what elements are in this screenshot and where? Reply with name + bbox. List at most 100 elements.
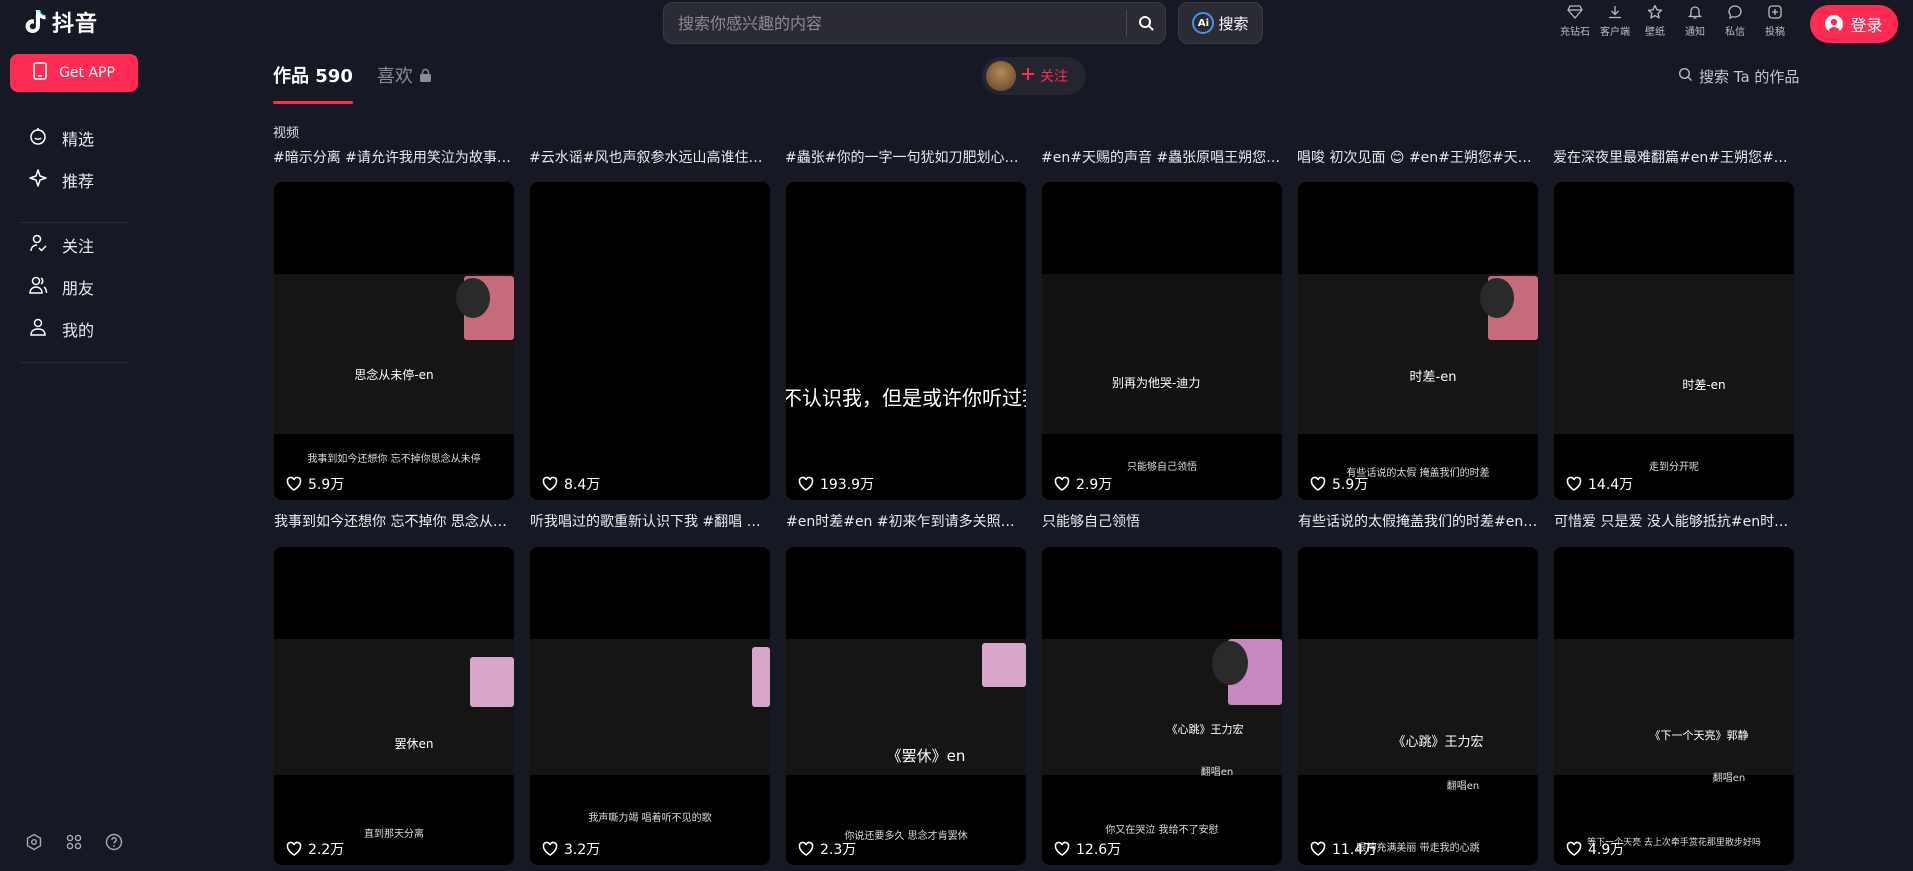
like-count: 14.4万 [1566, 474, 1633, 494]
tab-likes[interactable]: 喜欢 [377, 62, 432, 104]
heart-icon [286, 476, 302, 491]
douyin-logo-icon [24, 8, 48, 36]
video-card[interactable]: 《下一个天亮》郭静 翻唱en 等下一个天亮 去上次牵手赏花那里散步好吗 4.9万 [1554, 547, 1794, 865]
tab-works-label: 作品 [273, 66, 309, 87]
get-app-button[interactable]: Get APP [10, 54, 138, 92]
video-card[interactable]: 不认识我，但是或许你听过我 193.9万 [786, 182, 1026, 500]
friends-icon [28, 275, 48, 299]
upload-button[interactable]: 投稿 [1760, 4, 1790, 38]
sidebar-item-label: 精选 [62, 130, 95, 149]
video-thumbnail [1554, 639, 1794, 775]
ai-search-button[interactable]: Ai 搜索 [1178, 2, 1263, 44]
video-title[interactable]: 爱在深夜里最难翻篇#en#王朔您#… [1553, 147, 1793, 167]
video-card[interactable]: 《心跳》王力宏 翻唱en 眼神充满美丽 带走我的心跳 11.4万 [1298, 547, 1538, 865]
wallpaper-button[interactable]: 壁纸 [1640, 4, 1670, 38]
apps-icon[interactable] [64, 832, 84, 852]
recharge-diamond-button[interactable]: 充钻石 [1560, 4, 1590, 38]
video-card[interactable]: 罢休en 直到那天分离 2.2万 [274, 547, 514, 865]
video-card[interactable]: 8.4万 [530, 182, 770, 500]
heart-icon [542, 476, 558, 491]
login-button[interactable]: 登录 [1810, 5, 1898, 43]
video-card[interactable]: 我声嘶力竭 唱着听不见的歌 3.2万 [530, 547, 770, 865]
like-count: 2.2万 [286, 839, 344, 859]
video-title[interactable]: #云水谣#风也声叙参水远山高谁住… [529, 147, 769, 167]
notifications-button[interactable]: 通知 [1680, 4, 1710, 38]
video-title[interactable]: #蟲张#你的一字一句犹如刀肥划心… [785, 147, 1025, 167]
ai-icon: Ai [1192, 12, 1215, 34]
upload-icon [1768, 5, 1782, 19]
heart-icon [286, 841, 302, 856]
action-label: 充钻石 [1560, 27, 1590, 38]
tab-works-count: 590 [315, 66, 353, 87]
video-title[interactable]: 我事到如今还想你 忘不掉你 思念从… [274, 511, 514, 531]
video-card[interactable]: 别再为他哭-迪力 只能够自己领悟 2.9万 [1042, 182, 1282, 500]
follow-label: 关注 [1040, 69, 1068, 85]
action-label: 壁纸 [1645, 27, 1665, 38]
login-label: 登录 [1850, 16, 1883, 35]
video-caption-secondary: 翻唱en [1446, 781, 1480, 792]
sidebar-item-label: 我的 [62, 321, 95, 340]
sidebar-item-friends[interactable]: 朋友 [0, 266, 148, 308]
search-icon[interactable] [1127, 3, 1165, 43]
video-card[interactable]: 时差-en 走到分开呢 14.4万 [1554, 182, 1794, 500]
video-title[interactable]: #en时差#en #初来乍到请多关照#你… [786, 511, 1026, 531]
settings-icon[interactable] [24, 832, 44, 852]
like-count-value: 11.4万 [1332, 842, 1378, 858]
tab-works[interactable]: 作品 590 [273, 62, 353, 104]
video-title[interactable]: 有些话说的太假掩盖我们的时差#en… [1298, 511, 1538, 531]
search-works-button[interactable]: 搜索 Ta 的作品 [1678, 66, 1799, 87]
video-subtitle: 我事到如今还想你 忘不掉你思念从未停 [307, 454, 481, 465]
video-caption: 时差-en [1682, 378, 1726, 392]
diamond-icon [1567, 5, 1583, 19]
follow-button[interactable]: 关注 [982, 57, 1086, 95]
douyin-logo[interactable]: 抖音 [24, 6, 98, 38]
like-count-value: 2.9万 [1076, 477, 1113, 493]
like-count-value: 2.2万 [308, 842, 345, 858]
like-count-value: 5.9万 [1332, 477, 1369, 493]
sidebar-item-follow[interactable]: 关注 [0, 224, 148, 266]
bell-icon [1687, 6, 1703, 19]
follow-icon [28, 233, 48, 257]
video-title[interactable]: 听我唱过的歌重新认识下我 #翻唱 #… [530, 511, 770, 531]
video-title[interactable]: 可惜爱 只是爱 没人能够抵抗#en时… [1554, 511, 1794, 531]
video-title[interactable]: #暗示分离 #请允许我用笑泣为故事… [273, 147, 513, 167]
action-label: 通知 [1685, 27, 1705, 38]
sidebar-item-featured[interactable]: 精选 [0, 117, 148, 159]
nav-divider [20, 222, 128, 223]
microphone [1480, 278, 1514, 318]
video-caption: 《下一个天亮》郭静 [1649, 729, 1749, 742]
video-caption: 罢休en [394, 737, 434, 751]
heart-icon [542, 841, 558, 856]
like-count: 4.9万 [1566, 839, 1624, 859]
video-subtitle: 只能够自己领悟 [1127, 462, 1197, 473]
video-card[interactable]: 《心跳》王力宏 翻唱en 你又在哭泣 我给不了安慰 12.6万 [1042, 547, 1282, 865]
video-card[interactable]: 思念从未停-en 我事到如今还想你 忘不掉你思念从未停 5.9万 [274, 182, 514, 500]
user-avatar-icon [1825, 15, 1844, 33]
client-download-button[interactable]: 客户端 [1600, 4, 1630, 38]
video-caption: 别再为他哭-迪力 [1112, 376, 1201, 390]
messages-button[interactable]: 私信 [1720, 4, 1750, 38]
download-icon [1609, 6, 1621, 19]
heart-icon [1566, 476, 1582, 491]
header-actions: 充钻石 客户端 壁纸 通知 私信 投稿 [1560, 4, 1790, 38]
video-caption: 思念从未停-en [354, 368, 434, 382]
video-card[interactable]: 《罢休》en 你说还要多久 思念才肯罢休 2.3万 [786, 547, 1026, 865]
video-title[interactable]: 只能够自己领悟 [1042, 511, 1282, 531]
search-works-label: 搜索 Ta 的作品 [1699, 68, 1800, 86]
nav-primary: 精选 推荐 [0, 117, 148, 201]
like-count-value: 14.4万 [1588, 477, 1634, 493]
video-title[interactable]: #en#天赐的声音 #蟲张原唱王朔您… [1041, 147, 1281, 167]
video-thumbnail [1554, 274, 1794, 434]
video-card[interactable]: 时差-en 有些话说的太假 掩盖我们的时差 5.9万 [1298, 182, 1538, 500]
search-icon [1678, 67, 1693, 86]
help-icon[interactable] [104, 832, 124, 852]
section-label: 视频 [273, 126, 300, 141]
heart-icon [1310, 841, 1326, 856]
video-title[interactable]: 唱唆 初次见面 😊 #en#王朔您#天赐… [1297, 147, 1537, 167]
background-poster [982, 643, 1026, 687]
like-count-value: 3.2万 [564, 842, 601, 858]
search-input[interactable] [664, 3, 1126, 43]
sidebar-item-me[interactable]: 我的 [0, 308, 148, 350]
like-count: 12.6万 [1054, 839, 1121, 859]
sidebar-item-recommend[interactable]: 推荐 [0, 159, 148, 201]
